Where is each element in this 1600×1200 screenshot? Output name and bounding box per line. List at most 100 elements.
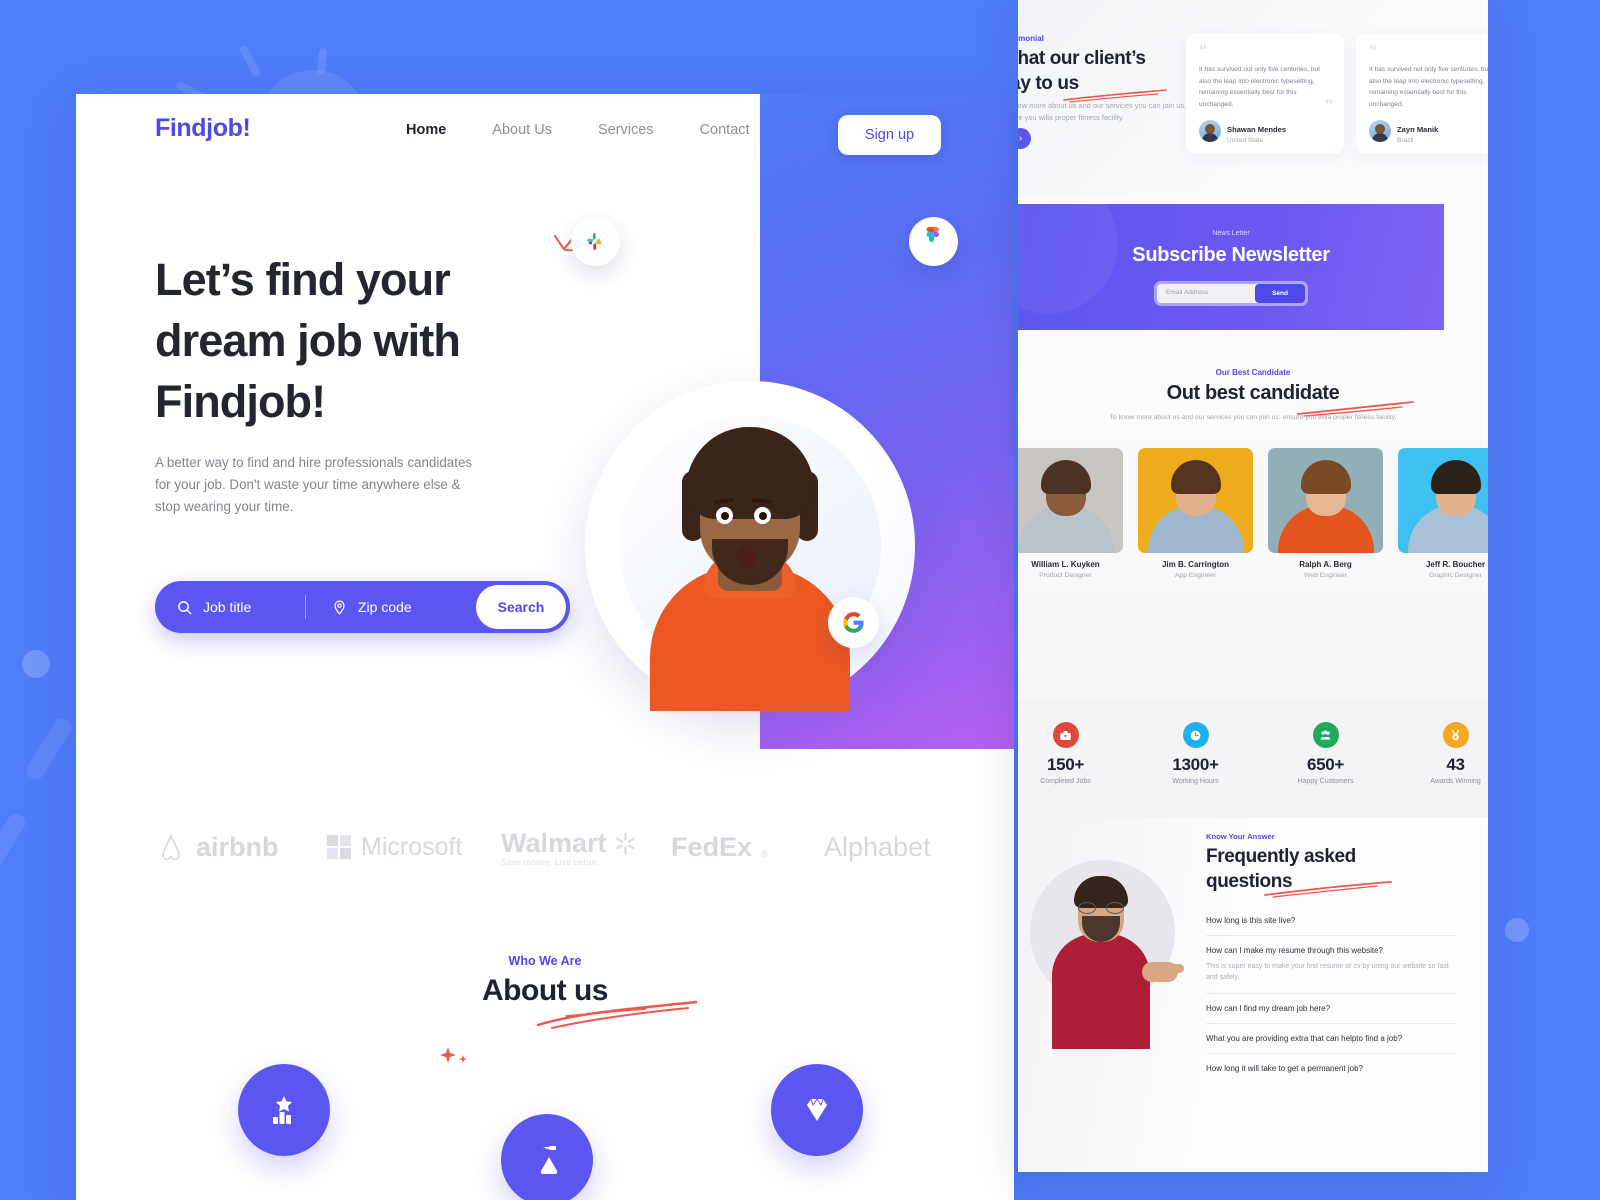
testimonial-card: “ It has survived not only five centurie… (1186, 34, 1344, 154)
stat-value: 43 (1446, 755, 1465, 774)
nav-item-services[interactable]: Services (598, 122, 654, 138)
client-logo-strip: airbnb Microsoft Walmart Save money. Liv… (76, 812, 1014, 882)
candidate-card[interactable] (1398, 448, 1488, 553)
testimonial-next-arrow[interactable]: › (1018, 128, 1031, 149)
glasses-icon (1078, 902, 1124, 914)
job-search-bar: Job title Zip code Search (155, 581, 570, 633)
candidate-kicker: Our Best Candidate (1215, 368, 1291, 377)
job-title-field[interactable]: Job title (177, 599, 301, 615)
testimonial-kicker: Testimonial (1018, 34, 1044, 43)
secondary-mockup-panel: Testimonial What our client’s say to us … (1018, 0, 1488, 1172)
candidate-name: Jim B. Carrington (1161, 560, 1230, 569)
quote-open-icon: “ (1369, 41, 1378, 60)
sun-ray-2 (316, 47, 328, 75)
send-button[interactable]: Send (1255, 284, 1305, 303)
newsletter-title: Subscribe Newsletter (1132, 244, 1330, 266)
newsletter-form: Email Address Send (1157, 284, 1305, 303)
stat-item: 1300+ Working Hours (1138, 722, 1253, 785)
stat-value: 1300+ (1172, 755, 1219, 774)
nav-item-contact[interactable]: Contact (700, 122, 750, 138)
candidate-name: William L. Kuyken (1031, 560, 1100, 569)
candidate-role: Web Engineer (1304, 572, 1347, 579)
testimonial-location: Brazil (1397, 137, 1414, 144)
candidate-subcopy: To know more about us and our services y… (1109, 414, 1397, 421)
people-icon (1312, 722, 1339, 748)
faq-kicker: Know Your Answer (1206, 832, 1275, 841)
flask-icon (540, 1146, 558, 1175)
signup-button[interactable]: Sign up (838, 115, 941, 155)
faq-item[interactable]: What you are providing extra that can he… (1206, 1024, 1456, 1054)
logo-airbnb: airbnb (155, 831, 279, 863)
figma-logo-icon[interactable] (909, 217, 958, 266)
candidate-role: Product Designer (1039, 572, 1092, 579)
about-feature-icon-flask[interactable] (501, 1114, 593, 1200)
search-button[interactable]: Search (476, 585, 566, 629)
stat-label: Happy Customers (1297, 778, 1354, 785)
candidate-role: App Engineer (1174, 572, 1217, 579)
faq-item[interactable]: How long it will take to get a permanent… (1206, 1054, 1456, 1083)
candidate-card[interactable] (1018, 448, 1123, 553)
stat-item: 150+ Completed Jobs (1018, 722, 1123, 785)
search-icon (178, 600, 192, 614)
faq-question: How long is this site live? (1206, 916, 1296, 925)
avatar (1369, 120, 1391, 142)
hero-landing-panel: Findjob! Home About Us Services Contact … (76, 94, 1014, 1200)
stats-section: 150+ Completed Jobs 1300+ Working Hours … (1018, 700, 1488, 818)
candidate-role: Graphic Designer (1429, 572, 1482, 579)
candidate-name: Jeff R. Boucher (1425, 560, 1486, 569)
logo-walmart-tagline: Save money. Live better. (501, 856, 599, 867)
candidate-name: Ralph A. Berg (1299, 560, 1352, 569)
nav-item-about-us[interactable]: About Us (492, 122, 552, 138)
medal-icon (1442, 722, 1469, 748)
nav-item-home[interactable]: Home (406, 122, 446, 138)
walmart-spark-icon (615, 832, 635, 854)
top-navigation: Findjob! Home About Us Services Contact … (76, 94, 1014, 252)
candidate-grid: William L. Kuyken Product Designer Jim B… (1018, 448, 1488, 628)
about-kicker: Who We Are (508, 954, 582, 968)
email-input[interactable]: Email Address (1166, 289, 1208, 296)
logo-alphabet: Alphabet (824, 832, 931, 863)
site-logo[interactable]: Findjob! (155, 114, 251, 143)
logo-fedex-label: FedEx (671, 831, 753, 862)
zip-code-field[interactable]: Zip code (332, 599, 412, 615)
candidate-card[interactable] (1268, 448, 1383, 553)
logo-microsoft: Microsoft (326, 833, 462, 862)
deco-bar-2 (0, 810, 29, 878)
sparkle-icon (440, 1047, 467, 1063)
best-candidate-section: Our Best Candidate Out best candidate To… (1018, 338, 1488, 700)
page-title: Let’s find your dream job with Findjob! (155, 254, 461, 427)
testimonial-quote: It has survived not only five centuries,… (1199, 66, 1320, 108)
stat-label: Working Hours (1172, 778, 1219, 785)
deco-bar-1 (23, 715, 75, 783)
testimonial-quote: It has survived not only five centuries,… (1369, 66, 1488, 108)
slack-logo-icon[interactable] (571, 217, 620, 266)
stat-label: Completed Jobs (1040, 778, 1091, 785)
diamond-icon (807, 1098, 827, 1121)
faq-item[interactable]: How can I find my dream job here? (1206, 994, 1456, 1024)
candidate-card[interactable] (1138, 448, 1253, 553)
logo-walmart-label: Walmart (501, 827, 607, 858)
location-pin-icon (334, 600, 345, 615)
stat-label: Awards Winning (1430, 778, 1481, 785)
testimonial-card: “ It has survived not only five centurie… (1356, 34, 1488, 154)
about-feature-icon-ranking[interactable] (238, 1064, 330, 1156)
faq-item[interactable]: How can I make my resume through this we… (1206, 936, 1456, 994)
search-divider (305, 595, 306, 619)
faq-item[interactable]: How long is this site live? (1206, 906, 1456, 936)
newsletter-section: News Letter Subscribe Newsletter Email A… (1018, 196, 1488, 338)
quote-open-icon: “ (1199, 41, 1208, 60)
faq-question: How can I find my dream job here? (1206, 1004, 1331, 1013)
zip-code-placeholder: Zip code (358, 599, 412, 615)
testimonial-subcopy: To know more about us and our services y… (1018, 101, 1187, 122)
avatar (1199, 120, 1221, 142)
logo-alphabet-label: Alphabet (824, 831, 931, 862)
newsletter-kicker: News Letter (1212, 230, 1250, 237)
testimonial-section: Testimonial What our client’s say to us … (1018, 0, 1488, 196)
about-feature-icon-diamond[interactable] (771, 1064, 863, 1156)
candidate-title: Out best candidate (1166, 382, 1340, 404)
testimonial-author: Zayn Manik (1397, 125, 1439, 134)
faq-person-image (1030, 842, 1184, 1057)
faq-list: How long is this site live? How can I ma… (1206, 906, 1456, 1083)
google-logo-icon[interactable] (828, 597, 879, 648)
faq-question: How can I make my resume through this we… (1206, 946, 1383, 955)
